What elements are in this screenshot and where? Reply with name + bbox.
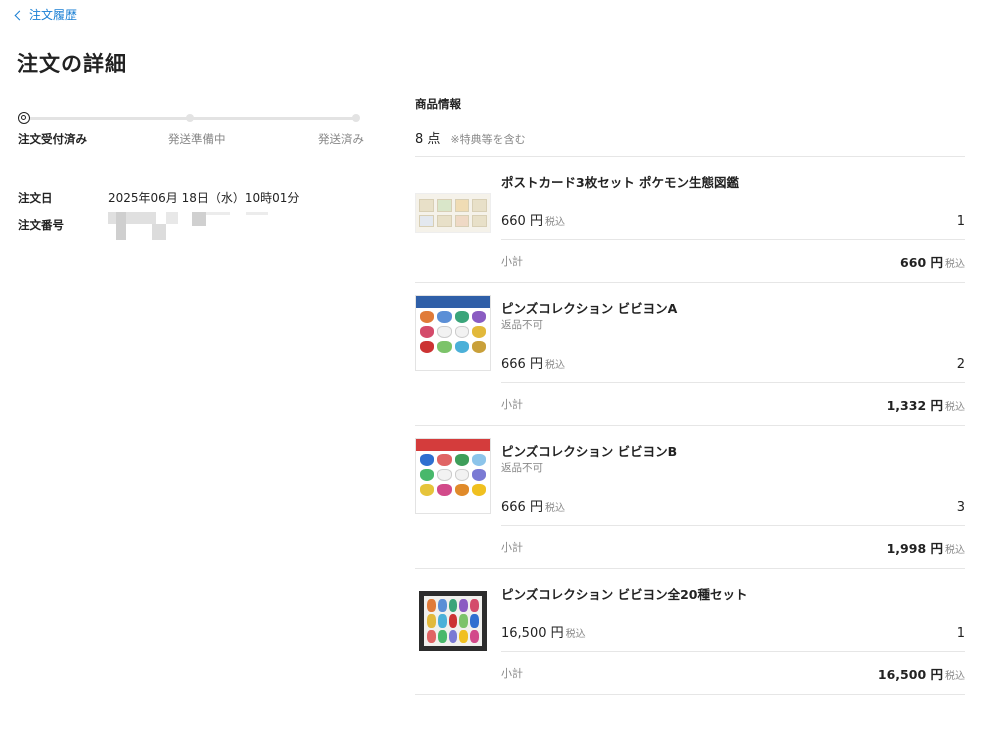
item-count-note: ※特典等を含む xyxy=(450,133,526,146)
quantity: 1 xyxy=(956,626,965,641)
tax-label: 税込 xyxy=(544,503,565,514)
tax-label: 税込 xyxy=(565,629,586,640)
unit-price: 666 円 xyxy=(501,500,543,515)
step-label-preparing: 発送準備中 xyxy=(168,132,226,146)
back-to-order-history-link[interactable]: 注文履歴 xyxy=(14,6,78,23)
tax-label: 税込 xyxy=(945,401,965,413)
order-date-label: 注文日 xyxy=(18,191,53,205)
item-count: 8 点 xyxy=(415,132,441,147)
pins-b-thumbnail xyxy=(415,438,491,514)
price-row: 660 円税込 1 xyxy=(501,195,965,240)
back-link-label: 注文履歴 xyxy=(29,8,78,22)
product-info-title: 商品情報 xyxy=(415,97,461,111)
subtotal-row: 小計 660 円税込 xyxy=(501,240,965,282)
list-item: ピンズコレクション ビビヨンB 返品不可 666 円税込 3 小計 1,998 … xyxy=(415,426,965,569)
subtotal-label: 小計 xyxy=(501,255,523,268)
subtotal-label: 小計 xyxy=(501,667,523,680)
step-label-shipped: 発送済み xyxy=(318,132,364,146)
item-count-row: 8 点 ※特典等を含む xyxy=(415,128,965,157)
subtotal-value: 1,998 円 xyxy=(886,540,943,556)
order-date-value: 2025年06月 18日（水）10時01分 xyxy=(108,191,300,205)
subtotal-row: 小計 1,998 円税込 xyxy=(501,526,965,568)
subtotal-label: 小計 xyxy=(501,541,523,554)
subtotal-row: 小計 16,500 円税込 xyxy=(501,652,965,694)
progress-step-dot xyxy=(186,114,194,122)
pins-a-thumbnail xyxy=(415,295,491,371)
unit-price: 660 円 xyxy=(501,214,543,229)
tax-label: 税込 xyxy=(544,360,565,371)
current-step-icon xyxy=(18,112,30,124)
quantity: 2 xyxy=(956,357,965,372)
step-label-received: 注文受付済み xyxy=(18,132,87,146)
product-name: ピンズコレクション ビビヨンB xyxy=(501,444,678,459)
non-returnable-note: 返品不可 xyxy=(501,462,543,474)
subtotal-value: 660 円 xyxy=(900,254,943,270)
product-info-panel: 商品情報 8 点 ※特典等を含む ポストカード3枚セット ポケモン生態図鑑 66… xyxy=(415,96,965,695)
list-item: ピンズコレクション ビビヨン全20種セット 16,500 円税込 1 小計 16… xyxy=(415,569,965,695)
order-number-label: 注文番号 xyxy=(18,218,64,232)
unit-price: 16,500 円 xyxy=(501,626,564,641)
chevron-left-icon xyxy=(14,10,25,20)
list-item: ポストカード3枚セット ポケモン生態図鑑 660 円税込 1 小計 660 円税… xyxy=(415,157,965,283)
tax-label: 税込 xyxy=(945,544,965,556)
quantity: 3 xyxy=(956,500,965,515)
product-name: ピンズコレクション ビビヨンA xyxy=(501,301,678,316)
page-title: 注文の詳細 xyxy=(17,52,127,76)
subtotal-value: 16,500 円 xyxy=(877,666,943,682)
non-returnable-note: 返品不可 xyxy=(501,319,543,331)
subtotal-label: 小計 xyxy=(501,398,523,411)
price-row: 666 円税込 3 xyxy=(501,490,965,526)
unit-price: 666 円 xyxy=(501,357,543,372)
order-number-redacted xyxy=(108,210,268,242)
quantity: 1 xyxy=(956,214,965,229)
progress-step-dot xyxy=(352,114,360,122)
price-row: 666 円税込 2 xyxy=(501,347,965,383)
price-row: 16,500 円税込 1 xyxy=(501,607,965,652)
subtotal-value: 1,332 円 xyxy=(886,397,943,413)
tax-label: 税込 xyxy=(544,217,565,228)
tax-label: 税込 xyxy=(945,258,965,270)
order-progress-bar xyxy=(18,111,360,125)
product-name: ポストカード3枚セット ポケモン生態図鑑 xyxy=(501,175,740,190)
postcard-set-thumbnail xyxy=(415,193,491,233)
list-item: ピンズコレクション ビビヨンA 返品不可 666 円税込 2 小計 1,332 … xyxy=(415,283,965,426)
tax-label: 税込 xyxy=(945,670,965,682)
framed-pin-set-thumbnail xyxy=(419,591,487,651)
product-name: ピンズコレクション ビビヨン全20種セット xyxy=(501,587,748,602)
subtotal-row: 小計 1,332 円税込 xyxy=(501,383,965,425)
